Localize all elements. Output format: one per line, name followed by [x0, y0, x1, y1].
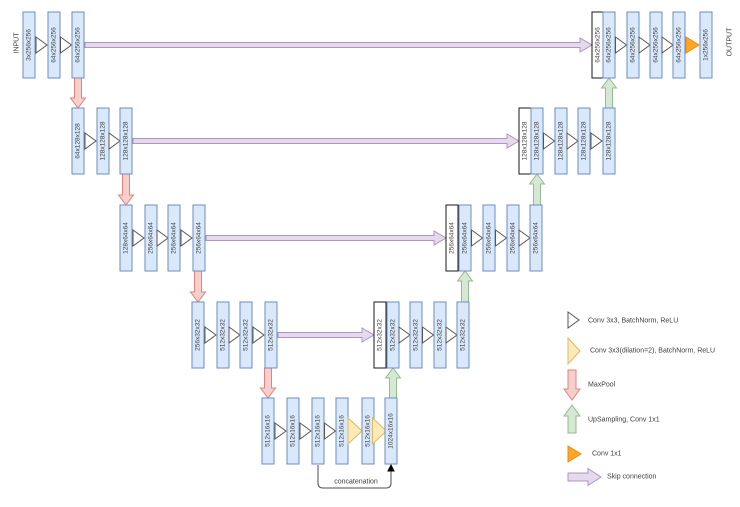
conv3x3-triangle-icon — [518, 229, 531, 247]
maxpool-arrow-icon — [117, 173, 135, 206]
bottleneck-block-label: 1024x16x16 — [388, 413, 395, 449]
decoder-block-label: 128x128x128 — [581, 121, 588, 160]
bottleneck-block-label: 512x16x16 — [265, 415, 272, 447]
decoder-block-label: 512x32x32 — [460, 319, 467, 351]
architecture-svg: concatenation 3x256x256 64x256x256 64x256x2… — [14, 11, 734, 489]
legend-item-label: Conv 3x3, BatchNorm, ReLU — [588, 318, 678, 325]
upsampling-arrow-icon — [456, 270, 474, 303]
decoder-block-label: 128x128x128 — [534, 121, 541, 160]
encoder-block-label: 512x32x32 — [243, 319, 250, 351]
conv3x3-triangle-icon — [543, 132, 556, 150]
decoder-block-label: 512x32x32 — [413, 319, 420, 351]
bottleneck-block-label: 512x16x16 — [365, 415, 372, 447]
legend-item-label: Conv 3x3(dilation=2), BatchNorm, ReLU — [590, 348, 715, 355]
conv3x3-triangle-icon — [615, 36, 628, 54]
conv3x3-triangle-icon — [84, 132, 97, 150]
conv3x3-triangle-icon — [228, 326, 241, 344]
skip-connection-arrow-icon — [132, 133, 520, 149]
input-label: INPUT — [14, 32, 21, 54]
encoder-block-label: 512x32x32 — [268, 319, 275, 351]
legend-item-label: Conv 1x1 — [592, 451, 622, 458]
conv3x3-triangle-icon — [661, 36, 674, 54]
encoder-block-label: 64x256x256 — [75, 27, 82, 63]
dilated-conv-triangle-icon — [372, 416, 388, 446]
skip-connection-arrow-icon — [205, 230, 447, 246]
output-label: OUTPUT — [727, 27, 734, 57]
decoder-block-label: 128x128x128 — [606, 121, 613, 160]
maxpool-arrow-icon — [259, 367, 277, 399]
maxpool-arrow-icon — [563, 369, 581, 401]
bottleneck-block-label: 512x16x16 — [339, 415, 346, 447]
conv3x3-triangle-icon — [566, 132, 579, 150]
encoder-block-label: 256x64x64 — [196, 222, 203, 254]
conv3x3-triangle-icon — [495, 229, 508, 247]
upsampling-arrow-icon — [528, 173, 546, 206]
bottleneck-block-label: 512x16x16 — [290, 415, 297, 447]
maxpool-arrow-icon — [189, 270, 207, 303]
unet-architecture-diagram: concatenation 3x256x256 64x256x256 64x256x2… — [0, 0, 740, 507]
encoder-block-label: 256x32x32 — [195, 319, 202, 351]
bottleneck-block-label: 512x16x16 — [315, 415, 322, 447]
conv3x3-triangle-icon — [567, 311, 580, 329]
dilated-conv-triangle-icon — [347, 416, 363, 446]
conv3x3-triangle-icon — [471, 229, 484, 247]
conv3x3-triangle-icon — [445, 326, 458, 344]
conv3x3-triangle-icon — [132, 229, 145, 247]
decoder-block-label: 64x256x256 — [676, 27, 683, 63]
conv3x3-triangle-icon — [108, 132, 121, 150]
concat-block-label: 256x64x64 — [449, 222, 456, 254]
conv3x3-triangle-icon — [324, 422, 337, 440]
encoder-block-label: 256x64x64 — [148, 222, 155, 254]
decoder-block-label: 64x256x256 — [606, 27, 613, 63]
upsampling-arrow-icon — [563, 404, 581, 434]
upsampling-arrow-icon — [600, 77, 618, 109]
legend-item-label: UpSampling, Conv 1x1 — [588, 417, 660, 424]
encoder-block-label: 128x64x64 — [123, 222, 130, 254]
legend-item-label: MaxPool — [588, 382, 616, 389]
concat-block-label: 512x32x32 — [377, 319, 384, 351]
maxpool-arrow-icon — [69, 77, 87, 109]
concat-block-label: 128x128x128 — [522, 121, 529, 160]
conv3x3-triangle-icon — [35, 36, 48, 54]
encoder-block-label: 64x128x128 — [75, 123, 82, 159]
legend-item-label: Skip connection — [607, 474, 657, 481]
conv3x3-triangle-icon — [422, 326, 435, 344]
skip-connection-arrow-icon — [277, 327, 375, 343]
conv1x1-triangle-icon — [685, 36, 700, 54]
decoder-block-label: 64x256x256 — [653, 27, 660, 63]
upsampling-arrow-icon — [384, 367, 402, 399]
dilated-conv-triangle-icon — [567, 336, 581, 366]
conv3x3-triangle-icon — [274, 422, 287, 440]
decoder-block-label: 256x64x64 — [533, 222, 540, 254]
skip-connection-arrow-icon — [567, 467, 602, 487]
output-block-label: 1x256x256 — [703, 29, 710, 61]
conv3x3-triangle-icon — [398, 326, 411, 344]
decoder-block-label: 256x64x64 — [462, 222, 469, 254]
conv3x3-triangle-icon — [180, 229, 193, 247]
conv3x3-triangle-icon — [590, 132, 603, 150]
decoder-block-label: 64x256x256 — [630, 27, 637, 63]
decoder-block-label: 256x64x64 — [486, 222, 493, 254]
concatenation-arrowhead-icon — [387, 463, 395, 472]
encoder-block-label: 256x64x64 — [171, 222, 178, 254]
conv3x3-triangle-icon — [156, 229, 169, 247]
decoder-block-label: 256x64x64 — [510, 222, 517, 254]
encoder-block-label: 128x128x128 — [123, 121, 130, 160]
encoder-block-label: 3x256x256 — [26, 29, 33, 61]
conv1x1-triangle-icon — [567, 445, 582, 463]
decoder-block-label: 512x32x32 — [390, 319, 397, 351]
skip-connection-arrow-icon — [84, 37, 593, 53]
conv3x3-triangle-icon — [204, 326, 217, 344]
encoder-block-label: 64x256x256 — [51, 27, 58, 63]
conv3x3-triangle-icon — [638, 36, 651, 54]
decoder-block-label: 128x128x128 — [558, 121, 565, 160]
encoder-block-label: 128x128x128 — [100, 121, 107, 160]
encoder-block-label: 512x32x32 — [220, 319, 227, 351]
conv3x3-triangle-icon — [60, 36, 73, 54]
decoder-block-label: 512x32x32 — [437, 319, 444, 351]
conv3x3-triangle-icon — [252, 326, 265, 344]
concatenation-label: concatenation — [334, 479, 378, 486]
conv3x3-triangle-icon — [299, 422, 312, 440]
concat-block-label: 64x256x256 — [595, 27, 602, 63]
